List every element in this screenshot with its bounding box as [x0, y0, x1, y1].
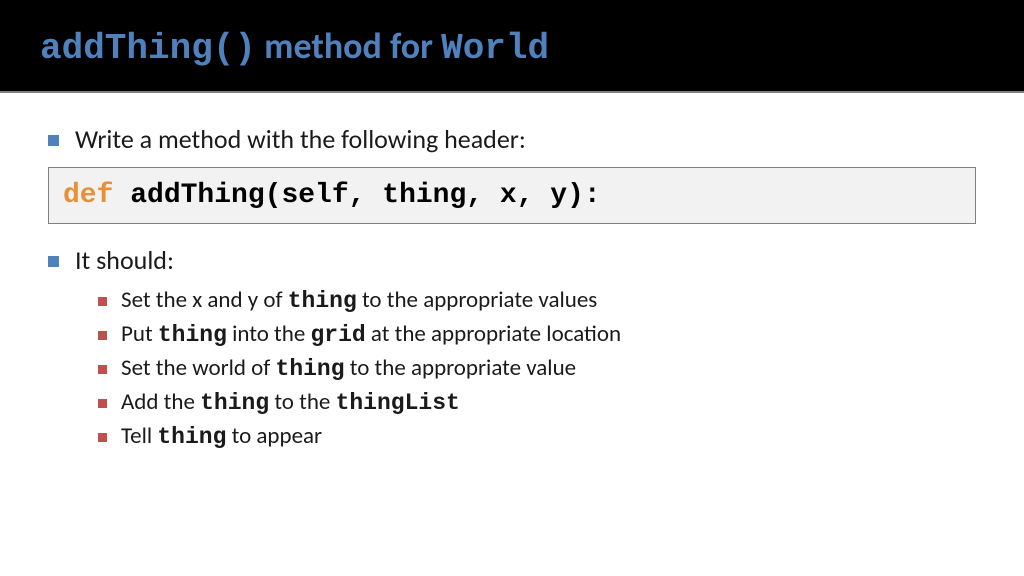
sub-bullet-text: Add the thing to the thingList: [121, 388, 460, 416]
code-segment: thingList: [336, 390, 460, 416]
bullet-marker-icon: [48, 256, 59, 267]
bullet-text: It should:: [75, 244, 174, 276]
slide-title: addThing() method for World: [40, 24, 984, 69]
text-segment: to the appropriate values: [357, 286, 598, 314]
text-segment: to appear: [226, 422, 322, 450]
slide-content: Write a method with the following header…: [0, 93, 1024, 450]
text-segment: Set the x and y of: [121, 286, 288, 314]
sub-bullet-item: Put thing into the grid at the appropria…: [98, 320, 976, 348]
text-segment: to the: [269, 388, 335, 416]
bullet-marker-icon: [48, 135, 59, 146]
slide-header: addThing() method for World: [0, 0, 1024, 93]
sub-bullet-text: Set the world of thing to the appropriat…: [121, 354, 576, 382]
code-segment: thing: [200, 390, 269, 416]
sub-list: Set the x and y of thing to the appropri…: [98, 286, 976, 450]
sub-bullet-marker-icon: [98, 433, 107, 442]
code-rest: addThing(self, thing, x, y):: [113, 180, 600, 211]
bullet-item: Write a method with the following header…: [48, 123, 976, 155]
sub-bullet-marker-icon: [98, 297, 107, 306]
code-segment: thing: [157, 424, 226, 450]
bullet-item: It should:: [48, 244, 976, 276]
text-segment: at the appropriate location: [366, 320, 621, 348]
sub-bullet-text: Tell thing to appear: [121, 422, 322, 450]
text-segment: to the appropriate value: [345, 354, 577, 382]
sub-bullet-text: Put thing into the grid at the appropria…: [121, 320, 621, 348]
text-segment: into the: [227, 320, 311, 348]
sub-bullet-item: Tell thing to appear: [98, 422, 976, 450]
title-mid: method for: [256, 24, 441, 68]
sub-bullet-item: Set the x and y of thing to the appropri…: [98, 286, 976, 314]
text-segment: Set the world of: [121, 354, 276, 382]
sub-bullet-marker-icon: [98, 331, 107, 340]
title-code-2: World: [441, 28, 549, 69]
sub-bullet-item: Set the world of thing to the appropriat…: [98, 354, 976, 382]
title-code-1: addThing(): [40, 28, 256, 69]
code-box: def addThing(self, thing, x, y):: [48, 167, 976, 224]
text-segment: Add the: [121, 388, 200, 416]
sub-bullet-item: Add the thing to the thingList: [98, 388, 976, 416]
code-segment: thing: [288, 288, 357, 314]
code-segment: thing: [158, 322, 227, 348]
sub-bullet-marker-icon: [98, 365, 107, 374]
bullet-text: Write a method with the following header…: [75, 123, 526, 155]
text-segment: Put: [121, 320, 158, 348]
code-segment: grid: [310, 322, 365, 348]
sub-bullet-marker-icon: [98, 399, 107, 408]
code-keyword: def: [63, 180, 113, 211]
sub-bullet-text: Set the x and y of thing to the appropri…: [121, 286, 597, 314]
code-segment: thing: [276, 356, 345, 382]
text-segment: Tell: [121, 422, 157, 450]
